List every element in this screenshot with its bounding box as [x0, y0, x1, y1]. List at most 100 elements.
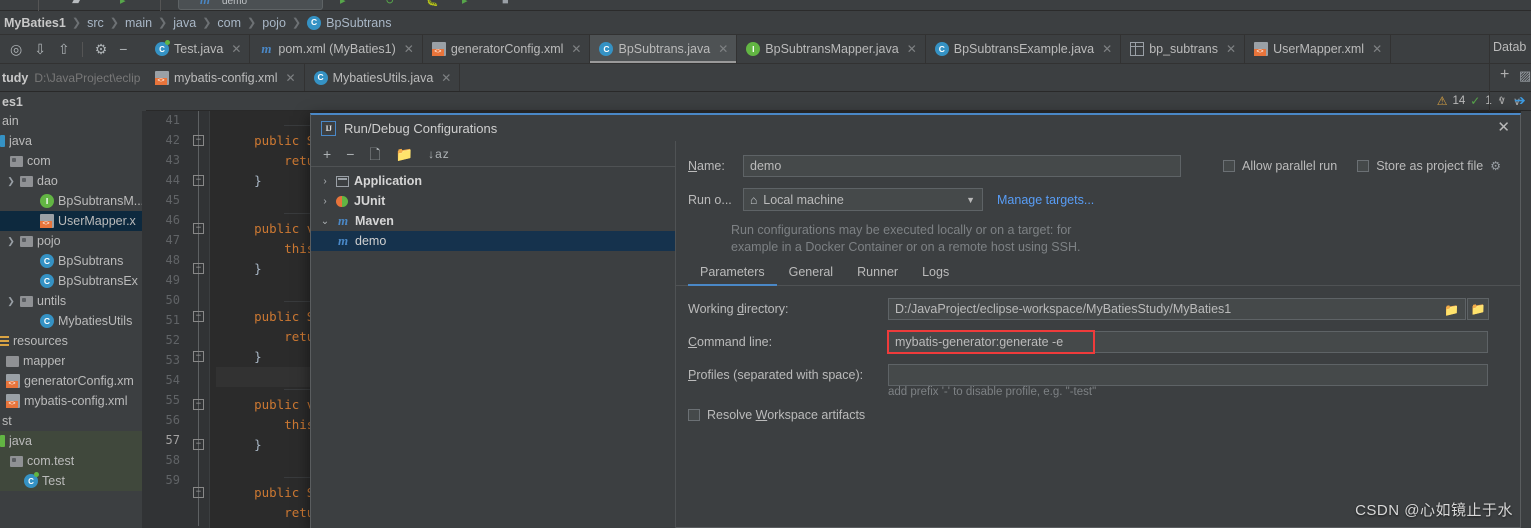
name-input[interactable]: demo [743, 155, 1181, 177]
tree-item-resources[interactable]: resources [0, 331, 142, 351]
store-as-project-file-checkbox[interactable] [1357, 160, 1370, 172]
close-icon[interactable]: ✕ [1226, 42, 1236, 56]
close-icon[interactable]: ✕ [404, 42, 414, 56]
command-line-input[interactable]: mybatis-generator:generate -e [887, 330, 1488, 354]
fold-collapse-icon[interactable]: − [193, 399, 204, 410]
tab-general[interactable]: General [777, 260, 845, 285]
tree-item-java[interactable]: java [0, 131, 142, 151]
coverage-icon[interactable]: ▸ [462, 0, 468, 7]
resolve-workspace-artifacts-row[interactable]: Resolve Workspace artifacts [676, 408, 1520, 422]
chevron-down-icon[interactable]: ❯ [6, 296, 16, 307]
config-group-application[interactable]: › Application [311, 171, 675, 191]
close-icon[interactable]: ✕ [231, 42, 241, 56]
config-item-demo[interactable]: m demo [311, 231, 675, 251]
breadcrumb-item-pojo[interactable]: pojo [262, 16, 286, 30]
close-icon[interactable]: ✕ [907, 42, 917, 56]
close-icon[interactable]: ✕ [1372, 42, 1382, 56]
database-options-icon[interactable]: ▨ [1519, 68, 1531, 84]
add-icon[interactable]: + [1500, 66, 1509, 84]
manage-targets-link[interactable]: Manage targets... [997, 193, 1094, 207]
breadcrumb-item-class[interactable]: BpSubtrans [326, 16, 391, 30]
macro-button[interactable]: 📁 [1466, 298, 1489, 320]
copy-icon[interactable]: 🗋 [369, 147, 380, 161]
remove-icon[interactable]: − [346, 147, 354, 161]
breadcrumb-item-java[interactable]: java [173, 16, 196, 30]
close-button[interactable]: ✕ [1497, 120, 1510, 135]
editor-tab-mybatiesutils-java[interactable]: C MybatiesUtils.java ✕ [305, 64, 461, 91]
chevron-down-icon[interactable]: ❯ [6, 236, 16, 247]
fold-end-icon[interactable]: − [193, 175, 204, 186]
editor-tab-test-java[interactable]: C Test.java ✕ [146, 35, 251, 63]
collapse-all-icon[interactable]: ⇧ [58, 42, 70, 56]
allow-parallel-run-checkbox[interactable] [1223, 160, 1235, 172]
tree-item-usermapper-xml[interactable]: UserMapper.x [0, 211, 142, 231]
tree-item-bpsubtransmapper[interactable]: I BpSubtransM... [0, 191, 142, 211]
store-as-project-file-row[interactable]: Store as project file ⚙ [1357, 159, 1501, 173]
tab-logs[interactable]: Logs [910, 260, 961, 285]
chevron-down-icon[interactable]: ▼ [966, 195, 975, 205]
locate-file-icon[interactable]: ◎ [10, 42, 22, 56]
breadcrumb-item-main[interactable]: main [125, 16, 152, 30]
tree-item-generatorconfig-xml[interactable]: generatorConfig.xm [0, 371, 142, 391]
fold-collapse-icon[interactable]: − [193, 487, 204, 498]
editor-fold-column[interactable]: − − − − − − − − − [188, 111, 210, 528]
tree-item-test[interactable]: st [0, 411, 142, 431]
tree-item-mapper[interactable]: mapper [0, 351, 142, 371]
close-icon[interactable]: ✕ [571, 42, 581, 56]
config-group-maven[interactable]: ⌄ m Maven [311, 211, 675, 231]
tree-item-mybatis-config-xml[interactable]: mybatis-config.xml [0, 391, 142, 411]
fold-end-icon[interactable]: − [193, 263, 204, 274]
gear-icon[interactable]: ⚙ [95, 42, 108, 56]
breadcrumb-item-src[interactable]: src [87, 16, 104, 30]
editor-tab-usermapper-xml[interactable]: UserMapper.xml ✕ [1245, 35, 1392, 63]
fold-collapse-icon[interactable]: − [193, 223, 204, 234]
editor-tab-pom-xml[interactable]: m pom.xml (MyBaties1) ✕ [250, 35, 423, 63]
config-group-junit[interactable]: › JUnit [311, 191, 675, 211]
run-on-combobox[interactable]: ⌂ Local machine ▼ [743, 188, 983, 211]
chevron-down-icon[interactable]: ∨ [1498, 94, 1506, 107]
editor-tab-mybatis-config-xml[interactable]: mybatis-config.xml ✕ [146, 64, 305, 91]
toolbar-build-icon[interactable]: ▰ [72, 0, 80, 7]
run-icon[interactable]: ▸ [340, 0, 346, 7]
folder-add-icon[interactable]: 📁 [396, 147, 413, 161]
browse-folder-icon[interactable]: 📁 [1444, 303, 1459, 317]
hide-icon[interactable]: − [119, 42, 127, 56]
profiles-input[interactable] [888, 364, 1488, 386]
tree-item-main[interactable]: ain [0, 111, 142, 131]
tree-item-mybatiesutils[interactable]: C MybatiesUtils [0, 311, 142, 331]
close-icon[interactable]: ✕ [1102, 42, 1112, 56]
allow-parallel-run-row[interactable]: Allow parallel run [1223, 159, 1337, 173]
toolbar-run-select-icon[interactable]: ▸ [120, 0, 126, 7]
editor-tab-generatorconfig-xml[interactable]: generatorConfig.xml ✕ [423, 35, 591, 63]
chevron-down-icon[interactable]: ⌄ [319, 216, 331, 227]
add-icon[interactable]: + [323, 147, 331, 161]
resolve-workspace-artifacts-checkbox[interactable] [688, 409, 700, 421]
fold-end-icon[interactable]: − [193, 439, 204, 450]
editor-tab-bpsubtrans-java[interactable]: C BpSubtrans.java ✕ [590, 35, 738, 63]
chevron-right-icon[interactable]: › [319, 196, 331, 207]
tree-item-bpsubtransexample[interactable]: C BpSubtransEx [0, 271, 142, 291]
chevron-down-icon[interactable]: ❯ [6, 176, 16, 187]
tree-item-com-test[interactable]: com.test [0, 451, 142, 471]
close-icon[interactable]: ✕ [441, 71, 451, 85]
tree-item-untils[interactable]: ❯ untils [0, 291, 142, 311]
fold-end-icon[interactable]: − [193, 351, 204, 362]
tab-runner[interactable]: Runner [845, 260, 910, 285]
stop-icon[interactable]: ■ [502, 0, 509, 7]
tab-parameters[interactable]: Parameters [688, 260, 777, 286]
close-icon[interactable]: ✕ [286, 71, 296, 85]
breadcrumb-item-project[interactable]: MyBaties1 [4, 16, 66, 30]
close-icon[interactable]: ✕ [718, 42, 728, 56]
tree-item-pojo[interactable]: ❯ pojo [0, 231, 142, 251]
editor-tab-bpsubtransexample-java[interactable]: C BpSubtransExample.java ✕ [926, 35, 1122, 63]
breadcrumb-item-com[interactable]: com [217, 16, 241, 30]
tree-item-test-java[interactable]: java [0, 431, 142, 451]
tree-item-dao[interactable]: ❯ dao [0, 171, 142, 191]
working-directory-input[interactable]: D:/JavaProject/eclipse-workspace/MyBatie… [888, 298, 1466, 320]
gear-icon[interactable]: ⚙ [1490, 159, 1501, 173]
sort-icon[interactable]: ↓ a z [428, 148, 449, 160]
editor-tab-bp-subtrans-table[interactable]: bp_subtrans ✕ [1121, 35, 1246, 63]
tree-item-test-class[interactable]: C Test [0, 471, 142, 491]
debug-icon[interactable]: 🐛 [425, 0, 439, 7]
fold-collapse-icon[interactable]: − [193, 135, 204, 146]
